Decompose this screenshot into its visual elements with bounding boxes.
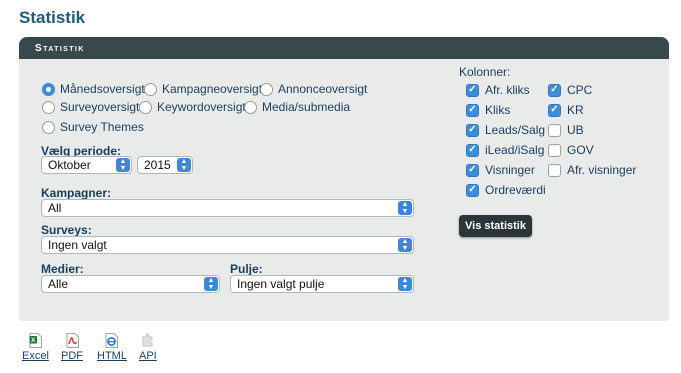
checkbox[interactable]: ✓ — [466, 83, 479, 97]
column-ilead-isalg[interactable]: ✓ iLead/iSalg — [466, 143, 544, 157]
checkbox-label: CPC — [567, 83, 593, 97]
checkbox[interactable]: ✓ — [466, 123, 479, 137]
pulje-label: Pulje: — [230, 262, 263, 276]
radio-label: Surveyoversigt — [60, 100, 140, 114]
column-ordrevaerdi[interactable]: ✓ Ordreværdi — [466, 183, 546, 197]
column-kr[interactable]: ✓ KR — [548, 103, 584, 117]
checkbox-label: Visninger — [485, 163, 535, 177]
checkbox[interactable] — [548, 163, 561, 177]
radio-button[interactable] — [42, 100, 55, 114]
radio-surveyoversigt[interactable]: Surveyoversigt — [42, 100, 139, 114]
column-afr-visninger[interactable]: Afr. visninger — [548, 163, 636, 177]
chevron-updown-icon: ▲ ▼ — [398, 238, 412, 252]
radio-keywordoversigt[interactable]: Keywordoversigt — [139, 100, 246, 114]
radio-media-submedia[interactable]: Media/submedia — [244, 100, 350, 114]
radio-label: Keywordoversigt — [157, 100, 246, 114]
medier-value: Alle — [48, 277, 69, 291]
export-label: Excel — [22, 350, 49, 362]
column-leads-salg[interactable]: ✓ Leads/Salg — [466, 123, 545, 137]
kolonner-label: Kolonner: — [459, 65, 511, 79]
column-visninger[interactable]: ✓ Visninger — [466, 163, 535, 177]
kampagner-value: All — [48, 201, 62, 215]
checkbox-label: KR — [567, 103, 584, 117]
radio-label: Månedsoversigt — [60, 82, 145, 96]
radio-manedsoversigt[interactable]: Månedsoversigt — [42, 82, 145, 96]
column-gov[interactable]: GOV — [548, 143, 594, 157]
checkbox-label: Ordreværdi — [485, 183, 546, 197]
chevron-updown-icon: ▲ ▼ — [398, 277, 412, 291]
radio-survey-themes[interactable]: Survey Themes — [42, 120, 144, 134]
checkbox-label: Afr. visninger — [567, 163, 637, 177]
export-api[interactable]: API — [139, 333, 157, 362]
radio-button[interactable] — [144, 82, 157, 96]
column-cpc[interactable]: ✓ CPC — [548, 83, 592, 97]
statistik-panel: Statistik Månedsoversigt Kampagneoversig… — [19, 37, 669, 321]
export-pdf[interactable]: PDF — [61, 333, 83, 362]
vis-statistik-button[interactable]: Vis statistik — [459, 215, 532, 237]
checkbox-label: UB — [567, 123, 584, 137]
panel-header: Statistik — [19, 37, 669, 59]
column-ub[interactable]: UB — [548, 123, 584, 137]
pulje-value: Ingen valgt pulje — [237, 277, 325, 291]
checkbox-label: Leads/Salg — [485, 123, 546, 137]
svg-text:X: X — [31, 337, 36, 344]
radio-label: Survey Themes — [60, 120, 144, 134]
medier-label: Medier: — [41, 262, 84, 276]
radio-button[interactable] — [260, 82, 273, 96]
surveys-value: Ingen valgt — [48, 238, 107, 252]
export-label: PDF — [61, 350, 83, 362]
checkbox[interactable]: ✓ — [548, 103, 561, 117]
radio-button[interactable] — [42, 82, 55, 96]
chevron-updown-icon: ▲ ▼ — [177, 158, 191, 172]
checkbox-label: Afr. kliks — [485, 83, 530, 97]
month-value: Oktober — [48, 158, 91, 172]
checkbox[interactable] — [548, 123, 561, 137]
export-excel[interactable]: X Excel — [22, 333, 49, 362]
radio-label: Annonceoversigt — [278, 82, 368, 96]
radio-button[interactable] — [42, 120, 55, 134]
checkbox[interactable]: ✓ — [466, 103, 479, 117]
column-kliks[interactable]: ✓ Kliks — [466, 103, 510, 117]
checkbox[interactable]: ✓ — [466, 143, 479, 157]
year-select[interactable]: 2015 ▲ ▼ — [137, 156, 193, 174]
month-select[interactable]: Oktober ▲ ▼ — [41, 156, 132, 174]
export-label: API — [139, 350, 157, 362]
chevron-updown-icon: ▲ ▼ — [116, 158, 130, 172]
chevron-updown-icon: ▲ ▼ — [398, 201, 412, 215]
kampagner-select[interactable]: All ▲ ▼ — [41, 199, 414, 217]
kampagner-label: Kampagner: — [41, 186, 112, 200]
radio-kampagneoversigt[interactable]: Kampagneoversigt — [144, 82, 262, 96]
chevron-updown-icon: ▲ ▼ — [204, 277, 218, 291]
checkbox-label: GOV — [567, 143, 594, 157]
radio-button[interactable] — [244, 100, 257, 114]
checkbox-label: Kliks — [485, 103, 511, 117]
export-label: HTML — [97, 350, 127, 362]
year-value: 2015 — [144, 158, 171, 172]
api-icon — [142, 333, 153, 347]
radio-label: Kampagneoversigt — [162, 82, 263, 96]
checkbox-label: iLead/iSalg — [485, 143, 545, 157]
export-html[interactable]: HTML — [97, 333, 127, 362]
radio-annonceoversigt[interactable]: Annonceoversigt — [260, 82, 367, 96]
column-afr-kliks[interactable]: ✓ Afr. kliks — [466, 83, 530, 97]
excel-icon: X — [29, 333, 42, 348]
medier-select[interactable]: Alle ▲ ▼ — [41, 275, 220, 293]
surveys-select[interactable]: Ingen valgt ▲ ▼ — [41, 236, 414, 254]
radio-button[interactable] — [139, 100, 152, 114]
html-icon — [106, 333, 119, 348]
checkbox[interactable]: ✓ — [466, 183, 479, 197]
surveys-label: Surveys: — [41, 223, 92, 237]
pulje-select[interactable]: Ingen valgt pulje ▲ ▼ — [230, 275, 414, 293]
page-title: Statistik — [19, 8, 86, 27]
checkbox[interactable]: ✓ — [466, 163, 479, 177]
checkbox[interactable] — [548, 143, 561, 157]
checkbox[interactable]: ✓ — [548, 83, 561, 97]
pdf-icon — [66, 333, 79, 348]
radio-label: Media/submedia — [262, 100, 351, 114]
